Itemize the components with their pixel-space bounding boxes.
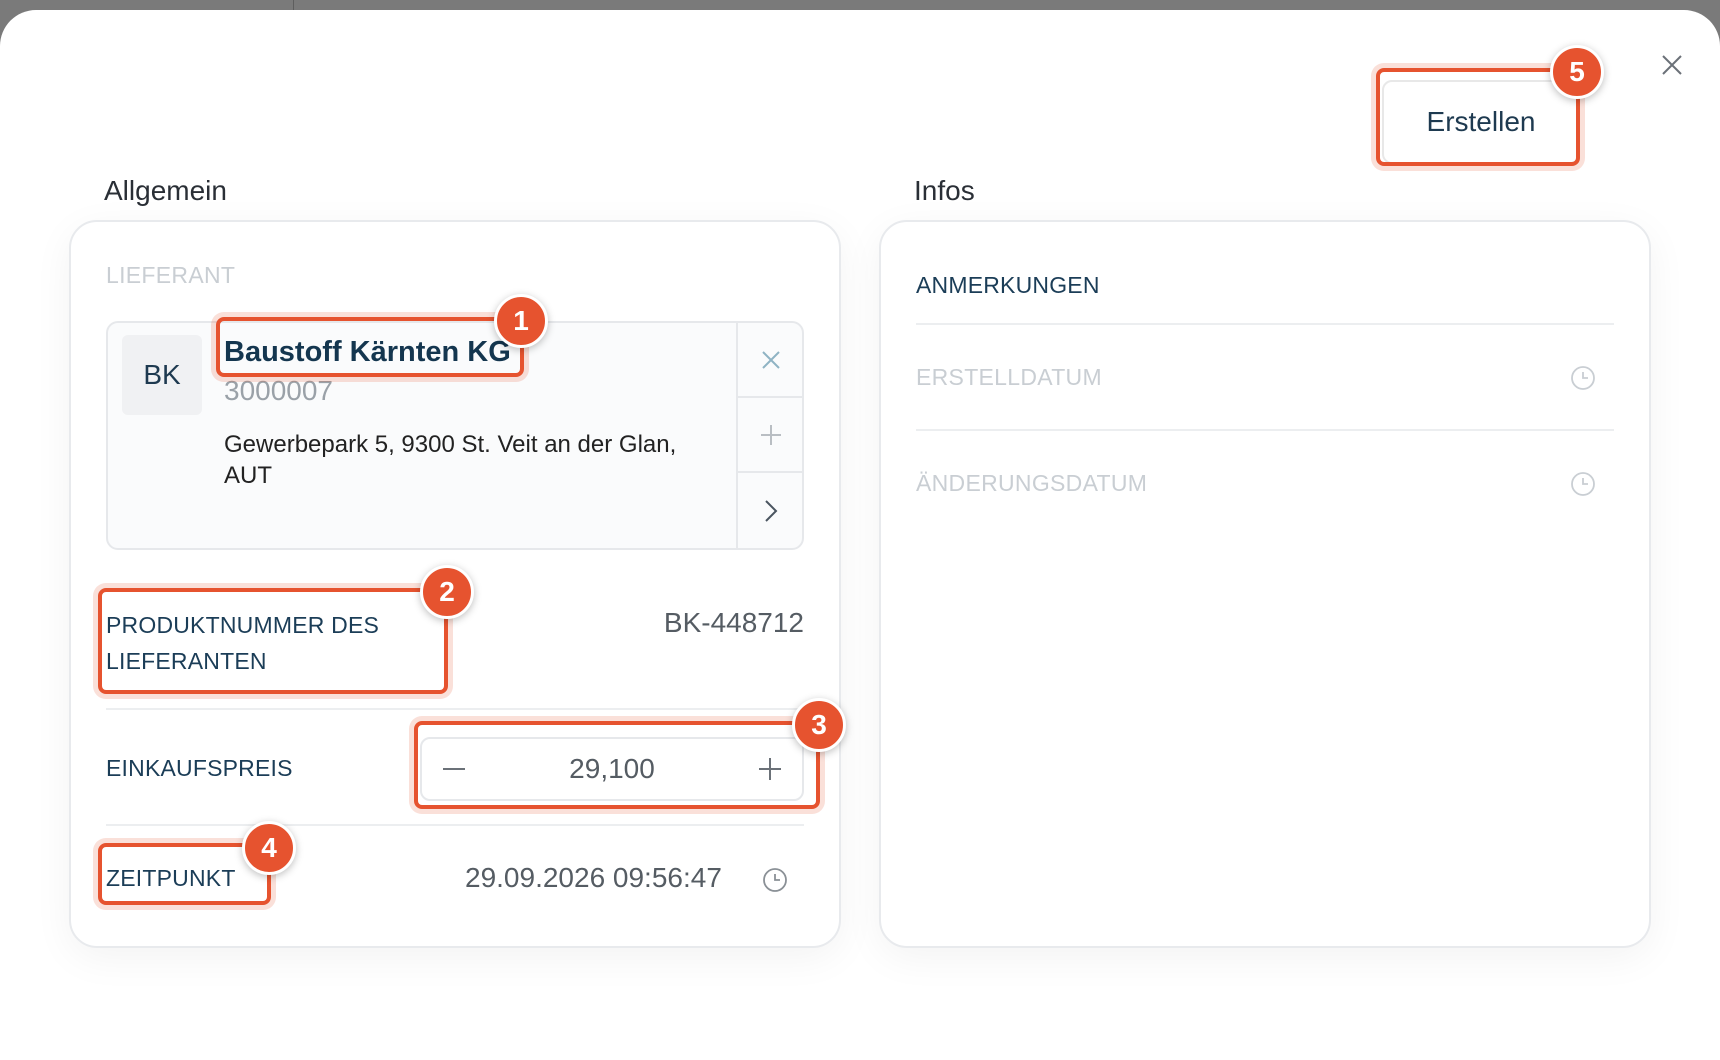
supplier-label: LIEFERANT xyxy=(106,262,236,288)
highlight-box xyxy=(216,317,524,377)
clock-icon[interactable] xyxy=(762,867,788,893)
modified-date-label: ÄNDERUNGSDATUM xyxy=(916,470,1148,496)
divider xyxy=(106,824,804,826)
annotation-badge: 5 xyxy=(1550,45,1604,99)
backdrop-divider xyxy=(293,0,294,10)
clock-icon xyxy=(1571,472,1595,496)
create-dialog: Erstellen Allgemein LIEFERANT BK Baustof… xyxy=(0,10,1720,1060)
divider xyxy=(916,429,1614,431)
divider xyxy=(106,708,804,710)
plus-icon xyxy=(761,424,781,445)
annotation-badge: 4 xyxy=(242,821,296,875)
close-icon xyxy=(762,350,780,369)
annotation-badge: 3 xyxy=(792,698,846,752)
info-card xyxy=(879,220,1651,948)
clock-icon xyxy=(1571,366,1595,390)
general-section-title: Allgemein xyxy=(104,175,227,206)
close-icon xyxy=(1662,55,1682,75)
open-supplier-button[interactable] xyxy=(738,473,804,548)
close-button[interactable] xyxy=(1655,48,1689,82)
info-section-title: Infos xyxy=(914,175,975,206)
notes-label[interactable]: ANMERKUNGEN xyxy=(916,272,1100,299)
divider xyxy=(916,323,1614,325)
product-number-value: BK-448712 xyxy=(663,607,804,638)
highlight-box xyxy=(98,588,448,694)
purchase-price-label: EINKAUFSPREIS xyxy=(106,755,293,781)
add-supplier-button[interactable] xyxy=(738,398,804,473)
annotation-badge: 2 xyxy=(420,565,474,619)
supplier-address: Gewerbepark 5, 9300 St. Veit an der Glan… xyxy=(224,431,677,489)
supplier-id: 3000007 xyxy=(224,375,334,406)
annotation-badge: 1 xyxy=(494,294,548,348)
created-date-label: ERSTELLDATUM xyxy=(916,364,1102,390)
highlight-box xyxy=(414,721,820,809)
remove-supplier-button[interactable] xyxy=(738,323,804,398)
supplier-actions xyxy=(736,323,804,548)
highlight-box xyxy=(1376,68,1580,166)
timestamp-value[interactable]: 29.09.2026 09:56:47 xyxy=(465,862,722,894)
supplier-avatar: BK xyxy=(122,335,202,415)
chevron-right-icon xyxy=(765,499,778,522)
